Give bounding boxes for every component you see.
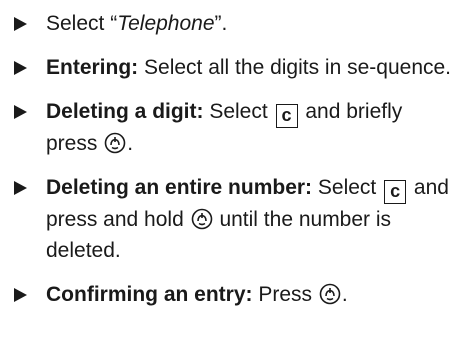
item-text-part: . [127, 132, 134, 155]
item-heading: Confirming an entry: [46, 283, 253, 306]
c-key-icon: c [275, 104, 298, 128]
controller-knob-icon [104, 132, 126, 154]
list-item: Deleting a digit: Select c and briefly p… [12, 96, 454, 159]
item-text-part: Press [252, 283, 318, 306]
item-text: Confirming an entry: Press . [46, 279, 454, 310]
triangle-bullet-icon [12, 96, 46, 127]
menu-term: Telephone [117, 12, 215, 35]
c-key-icon: c [384, 180, 407, 204]
item-text-part: Select “ [46, 12, 118, 35]
item-text-part: . [341, 283, 348, 306]
triangle-bullet-icon [12, 8, 46, 39]
list-item: Select “Telephone”. [12, 8, 454, 39]
item-text-part: ”. [214, 12, 228, 35]
list-item: Deleting an entire number: Select c and … [12, 172, 454, 266]
item-text-part: Select all the digits in se-quence. [138, 56, 452, 79]
item-text: Deleting an entire number: Select c and … [46, 172, 454, 266]
list-item: Entering: Select all the digits in se-qu… [12, 52, 454, 83]
item-heading: Deleting a digit: [46, 100, 204, 123]
item-text: Select “Telephone”. [46, 8, 454, 39]
controller-knob-icon [319, 283, 341, 305]
item-text: Deleting a digit: Select c and briefly p… [46, 96, 454, 159]
triangle-bullet-icon [12, 172, 46, 203]
item-heading: Deleting an entire number: [46, 176, 313, 199]
item-heading: Entering: [46, 56, 139, 79]
item-text-part: Select [203, 100, 274, 123]
item-text: Entering: Select all the digits in se-qu… [46, 52, 454, 83]
triangle-bullet-icon [12, 52, 46, 83]
item-text-part: Select [312, 176, 383, 199]
instruction-list: Select “Telephone”. Entering: Select all… [0, 0, 464, 342]
list-item: Confirming an entry: Press . [12, 279, 454, 310]
triangle-bullet-icon [12, 279, 46, 310]
controller-knob-icon [191, 208, 213, 230]
